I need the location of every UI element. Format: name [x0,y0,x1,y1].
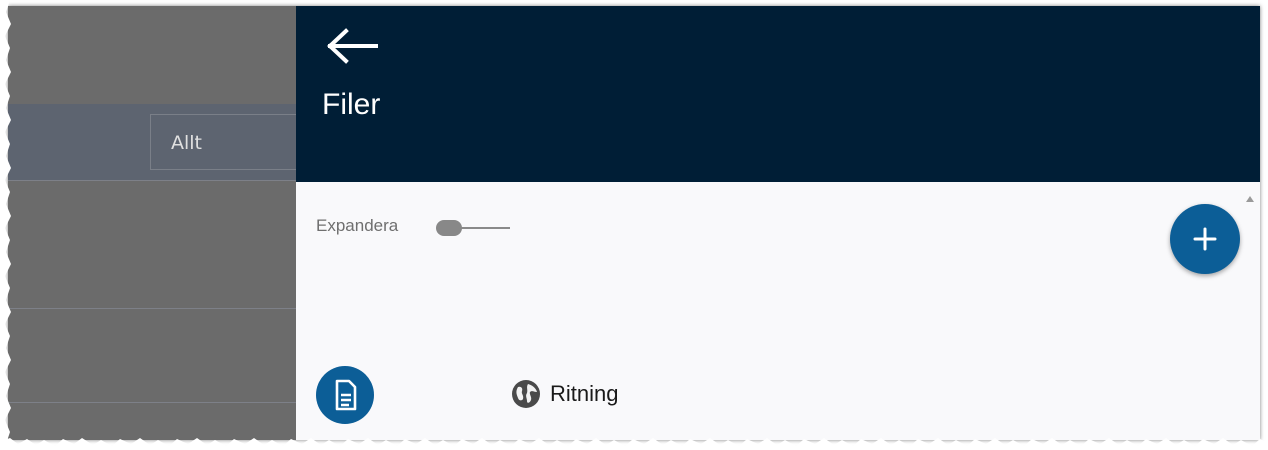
arrow-left-icon [327,28,378,64]
torn-edge-bottom [0,438,1268,450]
files-drawer: Filer Expandera Ritning [296,6,1260,440]
screenshot-frame: Allt Filer Expandera Ritning [8,6,1260,440]
add-file-button[interactable] [1170,204,1240,274]
drawer-header: Filer [296,6,1260,182]
scroll-up-arrow[interactable] [1246,196,1254,202]
plus-icon [1193,227,1217,251]
background-divider [8,180,296,181]
file-item[interactable]: Ritning [510,377,618,411]
torn-edge-left [0,0,11,450]
background-divider [8,402,296,403]
file-item-label: Ritning [550,381,619,406]
back-button[interactable] [326,26,382,66]
toggle-knob [436,220,462,236]
expand-toggle[interactable] [436,218,510,238]
background-filter-select: Allt [150,114,310,170]
expand-label: Expandera [316,216,399,235]
background-divider [8,308,296,309]
drawer-title: Filer [322,88,381,121]
document-icon [335,379,357,411]
file-type-button[interactable] [316,366,374,424]
globe-icon [512,380,540,408]
